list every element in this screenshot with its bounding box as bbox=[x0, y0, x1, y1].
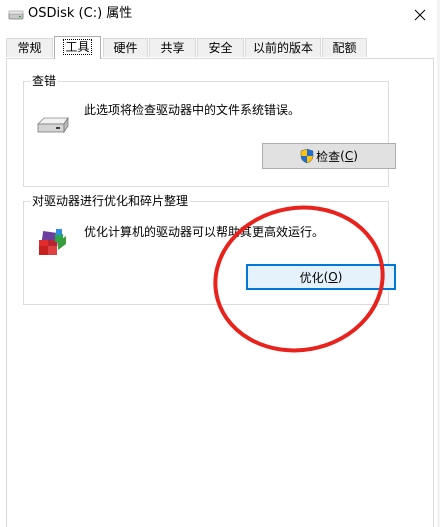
tab-sharing[interactable]: 共享 bbox=[149, 38, 196, 57]
tab-strip: 常规 工具 硬件 共享 安全 以前的版本 配额 bbox=[6, 36, 434, 59]
tab-label: 工具 bbox=[63, 39, 92, 55]
accel-key: O bbox=[328, 270, 338, 284]
tab-label: 安全 bbox=[208, 41, 233, 55]
close-icon bbox=[414, 9, 426, 21]
optimize-title: 对驱动器进行优化和碎片整理 bbox=[30, 193, 191, 209]
tab-label: 以前的版本 bbox=[252, 41, 313, 55]
title-bar[interactable]: OSDisk (C:) 属性 bbox=[0, 0, 440, 30]
tab-general[interactable]: 常规 bbox=[6, 38, 53, 57]
tab-security[interactable]: 安全 bbox=[197, 38, 244, 57]
close-button[interactable] bbox=[400, 0, 440, 30]
tab-quota[interactable]: 配额 bbox=[322, 38, 367, 57]
tab-hardware[interactable]: 硬件 bbox=[103, 38, 148, 57]
tab-label: 共享 bbox=[160, 41, 185, 55]
error-check-group: 查错 此选项将检查驱动器中的文件系统错误。 检查(C) bbox=[23, 73, 396, 187]
tab-previous-versions[interactable]: 以前的版本 bbox=[245, 38, 321, 57]
optimize-description: 优化计算机的驱动器可以帮助其更高效运行。 bbox=[84, 225, 325, 239]
check-button-label: 检查 bbox=[316, 149, 341, 164]
window-title: OSDisk (C:) 属性 bbox=[28, 6, 133, 21]
optimize-group: 对驱动器进行优化和碎片整理 优化计算机的驱动器可以帮助其更高效运行。 优化(O) bbox=[23, 193, 396, 305]
properties-window: OSDisk (C:) 属性 常规 工具 硬件 共享 安全 以前的版本 配额 查… bbox=[0, 0, 440, 527]
drive-icon bbox=[37, 116, 69, 134]
error-check-description: 此选项将检查驱动器中的文件系统错误。 bbox=[84, 103, 301, 117]
error-check-title: 查错 bbox=[30, 73, 59, 89]
check-button[interactable]: 检查(C) bbox=[262, 143, 396, 169]
tab-label: 配额 bbox=[332, 41, 357, 55]
tab-label: 常规 bbox=[17, 41, 42, 55]
tab-label: 硬件 bbox=[113, 41, 138, 55]
drive-icon bbox=[8, 10, 24, 20]
optimize-button[interactable]: 优化(O) bbox=[246, 264, 396, 290]
uac-shield-icon bbox=[300, 148, 314, 164]
optimize-button-label: 优化 bbox=[299, 270, 324, 285]
tools-tab-panel: 查错 此选项将检查驱动器中的文件系统错误。 检查(C) 对驱动器进行优化和碎片整… bbox=[6, 58, 434, 527]
accel-suffix: ) bbox=[353, 149, 358, 163]
accel-key: C bbox=[344, 149, 354, 163]
tab-tools[interactable]: 工具 bbox=[54, 36, 101, 59]
accel-suffix: ) bbox=[337, 270, 343, 284]
defrag-icon bbox=[39, 229, 66, 255]
